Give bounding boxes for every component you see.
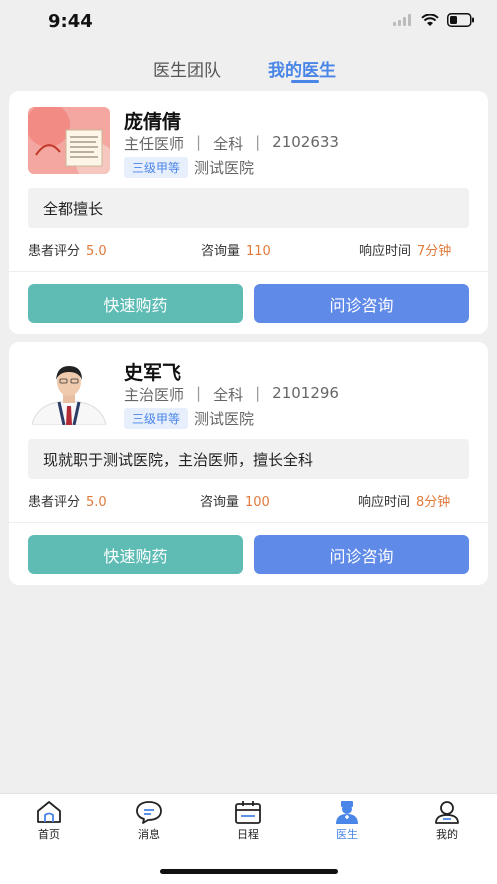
doctor-card[interactable]: 庞倩倩 主任医师 | 全科 | 2102633 三级甲等 测试医院 全都擅长 患… [9,91,488,334]
stat-consult-value: 100 [245,495,270,510]
doctor-dept: 全科 [213,386,244,404]
status-bar: 9:44 [0,0,497,44]
doctor-meta: 主任医师 | 全科 | 2102633 [124,133,339,154]
hospital-level-badge: 三级甲等 [124,157,189,178]
doctor-icon [336,801,358,824]
doctor-name: 史军飞 [124,362,182,384]
meta-separator: | [196,133,202,151]
doctor-meta: 主治医师 | 全科 | 2101296 [124,384,339,405]
message-icon [136,801,162,824]
hospital-name: 测试医院 [194,159,255,177]
stat-response-value: 8分钟 [416,495,451,510]
stat-rating: 患者评分 5.0 [28,240,107,259]
nav-item-profile[interactable]: 我的 [417,800,477,842]
battery-icon [447,13,474,27]
quick-buy-medicine-button[interactable]: 快速购药 [28,284,243,323]
home-indicator[interactable] [160,869,338,874]
segment-tabs: 医生团队 我的医生 [0,52,497,88]
doctor-stats: 患者评分 5.0 咨询量 110 响应时间 7分钟 [28,240,469,260]
wifi-icon [421,13,439,26]
doctor-specialty: 现就职于测试医院，主治医师，擅长全科 [28,439,469,479]
meta-separator: | [255,133,261,151]
stat-consult: 咨询量 110 [201,240,271,259]
nav-item-doctors[interactable]: 医生 [317,800,377,842]
stat-response: 响应时间 7分钟 [359,240,451,259]
cellular-signal-icon [393,14,411,26]
nav-label: 医生 [336,828,358,841]
meta-separator: | [255,384,261,402]
doctor-hospital-row: 三级甲等 测试医院 [124,157,254,178]
meta-separator: | [196,384,202,402]
stat-rating-value: 5.0 [86,244,107,259]
doctor-name: 庞倩倩 [124,111,182,133]
doctor-title: 主治医师 [124,386,185,404]
nav-item-home[interactable]: 首页 [19,800,79,842]
doctor-id: 2101296 [272,384,339,402]
status-time: 9:44 [48,11,93,32]
card-divider [9,271,488,272]
nav-label: 我的 [436,828,458,841]
home-icon [37,801,61,823]
specialty-text: 现就职于测试医院，主治医师，擅长全科 [43,450,314,469]
stat-response-label: 响应时间 [359,244,412,259]
card-divider [9,522,488,523]
stat-consult-label: 咨询量 [200,495,240,510]
stat-consult: 咨询量 100 [200,491,270,510]
quick-buy-medicine-button[interactable]: 快速购药 [28,535,243,574]
doctor-hospital-row: 三级甲等 测试医院 [124,408,254,429]
doctor-stats: 患者评分 5.0 咨询量 100 响应时间 8分钟 [28,491,469,511]
doctor-id: 2102633 [272,133,339,151]
stat-response: 响应时间 8分钟 [358,491,450,510]
stat-response-label: 响应时间 [358,495,411,510]
nav-label: 日程 [237,828,259,841]
stat-consult-value: 110 [246,244,271,259]
status-icons [393,13,475,27]
tab-doctor-team[interactable]: 医生团队 [153,56,221,81]
nav-label: 消息 [138,828,160,841]
calendar-icon [235,801,261,824]
hospital-name: 测试医院 [194,410,255,428]
doctor-card[interactable]: 史军飞 主治医师 | 全科 | 2101296 三级甲等 测试医院 现就职于测试… [9,342,488,585]
tab-my-doctors[interactable]: 我的医生 [268,56,336,81]
stat-rating-label: 患者评分 [28,495,81,510]
doctor-specialty: 全都擅长 [28,188,469,228]
doctor-title: 主任医师 [124,135,185,153]
consultation-button[interactable]: 问诊咨询 [254,535,469,574]
stat-response-value: 7分钟 [417,244,452,259]
stat-rating-label: 患者评分 [28,244,81,259]
stat-rating: 患者评分 5.0 [28,491,107,510]
stat-rating-value: 5.0 [86,495,107,510]
nav-label: 首页 [38,828,60,841]
nav-item-schedule[interactable]: 日程 [218,800,278,842]
doctor-dept: 全科 [213,135,244,153]
nav-item-messages[interactable]: 消息 [119,800,179,842]
active-tab-indicator [291,80,319,83]
stat-consult-label: 咨询量 [201,244,241,259]
specialty-text: 全都擅长 [43,199,104,218]
user-icon [435,801,459,824]
consultation-button[interactable]: 问诊咨询 [254,284,469,323]
hospital-level-badge: 三级甲等 [124,408,189,429]
doctor-avatar [28,107,110,174]
doctor-avatar [28,358,110,425]
